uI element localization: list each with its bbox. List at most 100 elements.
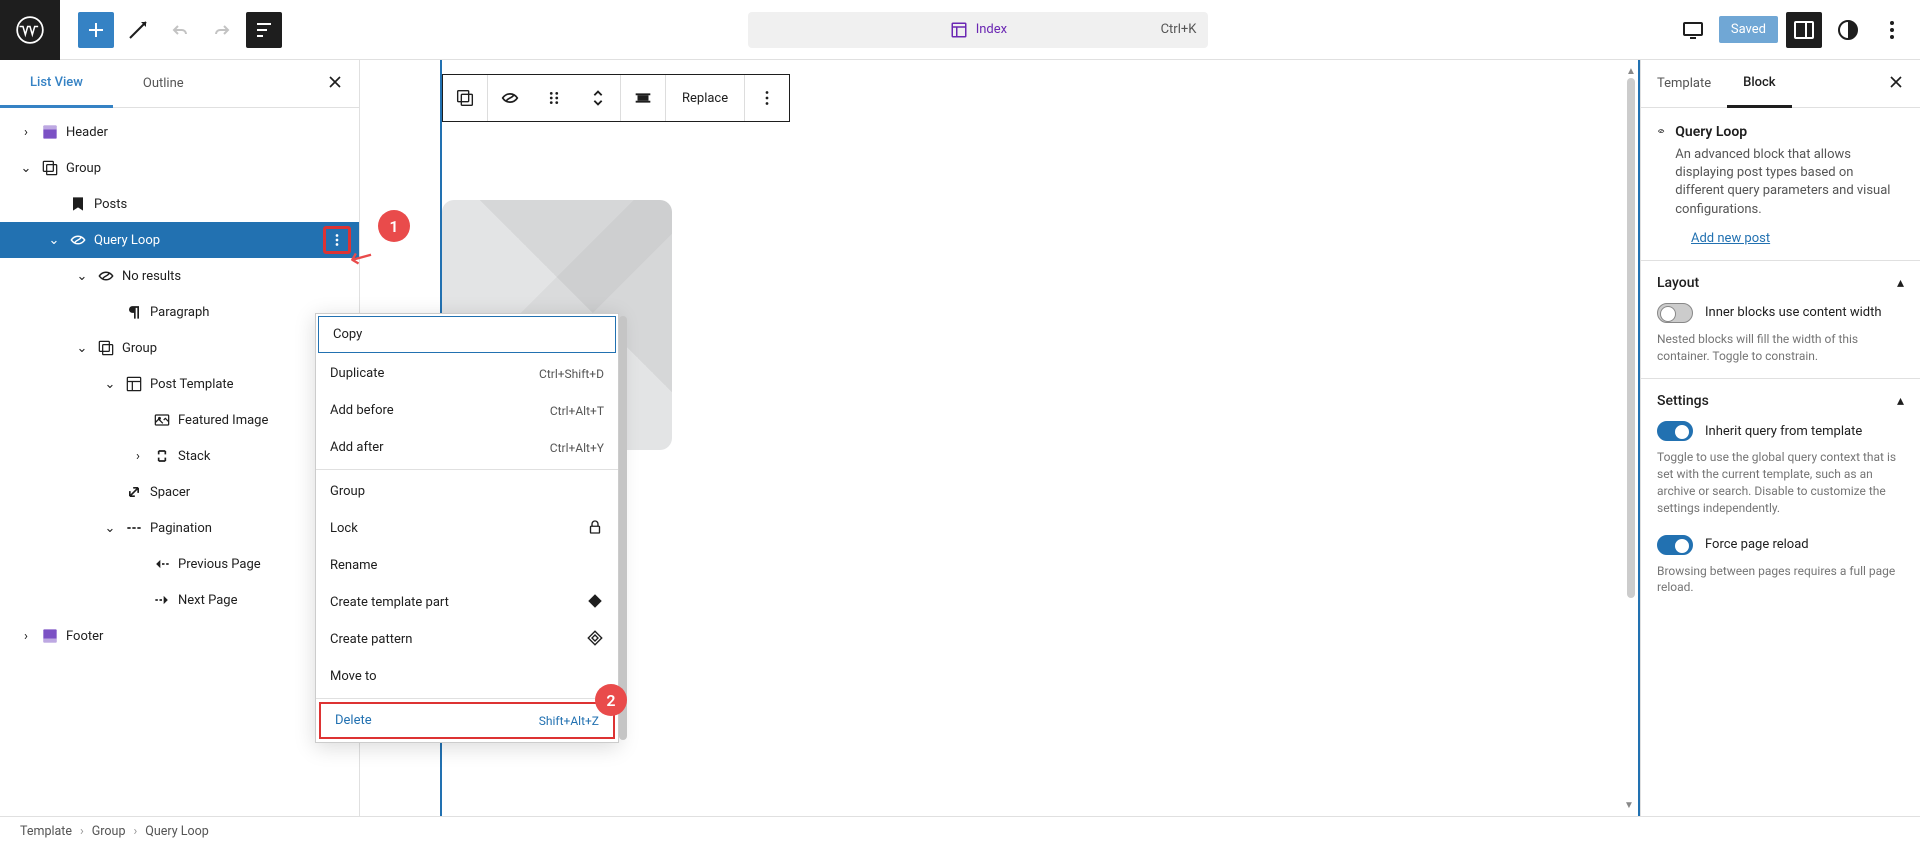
prev-icon: [150, 554, 174, 574]
breadcrumb-item[interactable]: Template: [20, 824, 72, 839]
chevron-icon[interactable]: ›: [14, 125, 38, 140]
menu-item-label: Add after: [330, 440, 384, 455]
tree-item-featured-image[interactable]: Featured Image: [0, 402, 359, 438]
layout-icon: [122, 374, 146, 394]
block-type-button[interactable]: [488, 75, 532, 121]
tree-item-label: Post Template: [146, 377, 234, 392]
chevron-icon[interactable]: ⌄: [98, 377, 122, 392]
menu-item-label: Create template part: [330, 595, 449, 610]
add-block-button[interactable]: [78, 12, 114, 48]
chevron-icon[interactable]: ⌄: [42, 233, 66, 248]
menu-item-shortcut: Ctrl+Alt+Y: [550, 441, 604, 455]
tree-item-posts[interactable]: Posts: [0, 186, 359, 222]
breadcrumb-item[interactable]: Query Loop: [145, 824, 209, 839]
contrast-icon: [1836, 18, 1860, 42]
chevron-icon[interactable]: ⌄: [14, 161, 38, 176]
inherit-query-label: Inherit query from template: [1705, 424, 1862, 439]
wordpress-logo[interactable]: [0, 0, 60, 60]
settings-toggle-button[interactable]: [1786, 12, 1822, 48]
toolbar-left: [60, 12, 282, 48]
menu-item-label: Move to: [330, 669, 377, 684]
tab-block[interactable]: Block: [1727, 60, 1791, 108]
save-button[interactable]: Saved: [1719, 16, 1778, 43]
tree-item-footer[interactable]: ›Footer: [0, 618, 359, 654]
menu-item-rename[interactable]: Rename: [316, 547, 618, 584]
settings-section-header[interactable]: Settings ▴: [1657, 393, 1904, 409]
tools-button[interactable]: [120, 12, 156, 48]
tree-item-next-page[interactable]: Next Page: [0, 582, 359, 618]
toolbar-center: Index Ctrl+K: [282, 12, 1675, 48]
tree-item-group[interactable]: ⌄Group: [0, 330, 359, 366]
menu-item-duplicate[interactable]: DuplicateCtrl+Shift+D: [316, 355, 618, 392]
close-settings-button[interactable]: [1872, 72, 1920, 96]
tree-item-post-template[interactable]: ⌄ Post Template: [0, 366, 359, 402]
tree-item-header[interactable]: ›Header: [0, 114, 359, 150]
block-tree: ›Header⌄GroupPosts⌄Query Loop⌄No results…: [0, 108, 359, 816]
parent-block-button[interactable]: [443, 75, 487, 121]
toolbar-right: Saved: [1675, 12, 1920, 48]
left-panel-tabs: List View Outline: [0, 60, 359, 108]
list-view-panel: List View Outline ›Header⌄GroupPosts⌄Que…: [0, 60, 360, 816]
tab-list-view[interactable]: List View: [0, 60, 113, 108]
tab-outline[interactable]: Outline: [113, 60, 214, 108]
chevron-icon[interactable]: ›: [126, 449, 150, 464]
tree-item-label: Query Loop: [90, 233, 160, 248]
drag-handle[interactable]: [532, 75, 576, 121]
tree-item-query-loop[interactable]: ⌄ Query Loop: [0, 222, 359, 258]
tree-item-spacer[interactable]: Spacer: [0, 474, 359, 510]
tree-item-group[interactable]: ⌄Group: [0, 150, 359, 186]
document-overview-button[interactable]: [246, 12, 282, 48]
tree-item-label: Paragraph: [146, 305, 209, 320]
tree-item-label: Featured Image: [174, 413, 268, 428]
template-selector[interactable]: Index Ctrl+K: [748, 12, 1208, 48]
tree-item-pagination[interactable]: ⌄Pagination: [0, 510, 359, 546]
menu-item-group[interactable]: Group: [316, 473, 618, 510]
menu-scrollbar[interactable]: [619, 316, 627, 740]
force-help: Browsing between pages requires a full p…: [1657, 563, 1904, 597]
tree-item-previous-page[interactable]: Previous Page: [0, 546, 359, 582]
block-options-button[interactable]: [745, 75, 789, 121]
canvas-scrollbar[interactable]: ▲ ▼: [1624, 64, 1638, 812]
chevron-icon[interactable]: ⌄: [70, 341, 94, 356]
menu-item-add-before[interactable]: Add beforeCtrl+Alt+T: [316, 392, 618, 429]
tree-item-stack[interactable]: ›Stack: [0, 438, 359, 474]
menu-item-delete[interactable]: DeleteShift+Alt+Z: [319, 702, 615, 739]
chevron-icon[interactable]: ⌄: [98, 521, 122, 536]
force-reload-label: Force page reload: [1705, 537, 1809, 552]
menu-item-label: Lock: [330, 521, 358, 536]
menu-item-copy[interactable]: Copy: [318, 316, 616, 353]
align-button[interactable]: [621, 75, 665, 121]
spacer-icon: [122, 482, 146, 502]
tree-item-paragraph[interactable]: Paragraph: [0, 294, 359, 330]
force-reload-toggle[interactable]: [1657, 535, 1693, 555]
tab-template[interactable]: Template: [1641, 60, 1727, 108]
menu-item-create-pattern[interactable]: Create pattern: [316, 621, 618, 658]
add-new-post-link[interactable]: Add new post: [1691, 231, 1770, 246]
chevron-icon[interactable]: ⌄: [70, 269, 94, 284]
menu-item-label: Group: [330, 484, 365, 499]
menu-item-move-to[interactable]: Move to: [316, 658, 618, 695]
block-context-menu: CopyDuplicateCtrl+Shift+DAdd beforeCtrl+…: [315, 313, 619, 743]
menu-item-add-after[interactable]: Add after Ctrl+Alt+Y: [316, 429, 618, 466]
options-button[interactable]: [1874, 12, 1910, 48]
content-width-toggle[interactable]: [1657, 303, 1693, 323]
layout-section-header[interactable]: Layout ▴: [1657, 275, 1904, 291]
breadcrumb-separator: ›: [80, 824, 84, 839]
chevron-icon[interactable]: ›: [14, 629, 38, 644]
tree-item-options-button[interactable]: [323, 226, 351, 254]
menu-item-lock[interactable]: Lock: [316, 510, 618, 547]
inherit-query-toggle[interactable]: [1657, 421, 1693, 441]
redo-button[interactable]: [204, 12, 240, 48]
undo-button[interactable]: [162, 12, 198, 48]
styles-button[interactable]: [1830, 12, 1866, 48]
template-name: Index: [976, 22, 1007, 37]
breadcrumb-item[interactable]: Group: [92, 824, 126, 839]
view-button[interactable]: [1675, 12, 1711, 48]
breadcrumb-separator: ›: [133, 824, 137, 839]
block-description: An advanced block that allows displaying…: [1675, 146, 1904, 219]
close-panel-button[interactable]: [311, 72, 359, 96]
tree-item-no-results[interactable]: ⌄No results: [0, 258, 359, 294]
replace-button[interactable]: Replace: [666, 75, 744, 121]
menu-item-create-template-part[interactable]: Create template part: [316, 584, 618, 621]
move-buttons[interactable]: [576, 75, 620, 121]
